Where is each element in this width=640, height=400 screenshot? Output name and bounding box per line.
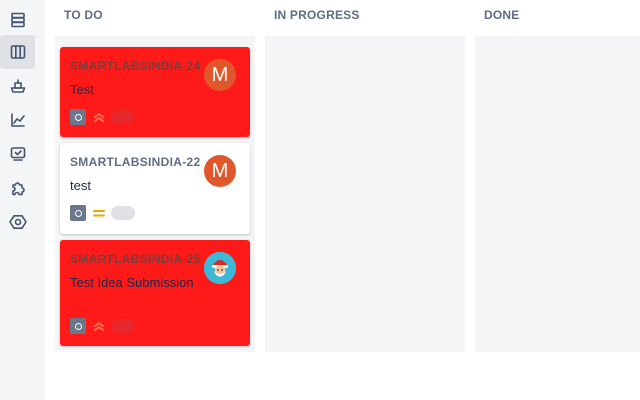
medium-priority-icon (91, 205, 107, 221)
settings-icon (8, 215, 27, 229)
releases-icon (10, 79, 25, 93)
issue-type-icon (70, 109, 86, 125)
sidebar-item-issues[interactable] (0, 137, 35, 171)
assignee-avatar[interactable] (204, 252, 236, 284)
issues-icon (10, 147, 25, 161)
column-header-in-progress: IN PROGRESS (274, 8, 360, 22)
assignee-avatar[interactable]: M (204, 155, 236, 187)
sidebar-item-settings[interactable] (0, 205, 35, 239)
issue-card[interactable]: SMARTLABSINDIA-25 Test Idea Submission (60, 240, 250, 346)
issue-card[interactable]: SMARTLABSINDIA-22 test M (60, 143, 250, 234)
santa-avatar-icon (204, 252, 236, 284)
issue-key[interactable]: SMARTLABSINDIA-22 (70, 155, 200, 169)
issue-key[interactable]: SMARTLABSINDIA-24 (70, 59, 200, 73)
issue-key[interactable]: SMARTLABSINDIA-25 (70, 252, 200, 266)
status-pill (111, 319, 135, 333)
sidebar-item-releases[interactable] (0, 69, 35, 103)
status-pill (111, 206, 135, 220)
sidebar-item-reports[interactable] (0, 103, 35, 137)
issue-type-icon (70, 318, 86, 334)
issue-card[interactable]: SMARTLABSINDIA-24 Test M (60, 47, 250, 137)
issue-summary: test (70, 178, 91, 193)
issue-summary: Test Idea Submission (70, 275, 194, 290)
status-pill (111, 110, 135, 124)
column-header-done: DONE (484, 8, 520, 22)
assignee-avatar[interactable]: M (204, 59, 236, 91)
highest-priority-icon (91, 318, 107, 334)
sidebar-item-addons[interactable] (0, 171, 35, 205)
sidebar (0, 0, 45, 400)
addons-icon (11, 182, 25, 196)
column-done[interactable] (475, 36, 640, 352)
board-icon (10, 45, 25, 59)
sidebar-item-backlog[interactable] (0, 3, 35, 37)
sidebar-item-board[interactable] (0, 35, 35, 69)
backlog-icon (10, 12, 25, 28)
column-in-progress[interactable] (265, 36, 465, 352)
issue-type-icon (70, 205, 86, 221)
column-header-todo: TO DO (64, 8, 103, 22)
reports-icon (10, 113, 25, 127)
highest-priority-icon (91, 109, 107, 125)
issue-summary: Test (70, 82, 94, 97)
